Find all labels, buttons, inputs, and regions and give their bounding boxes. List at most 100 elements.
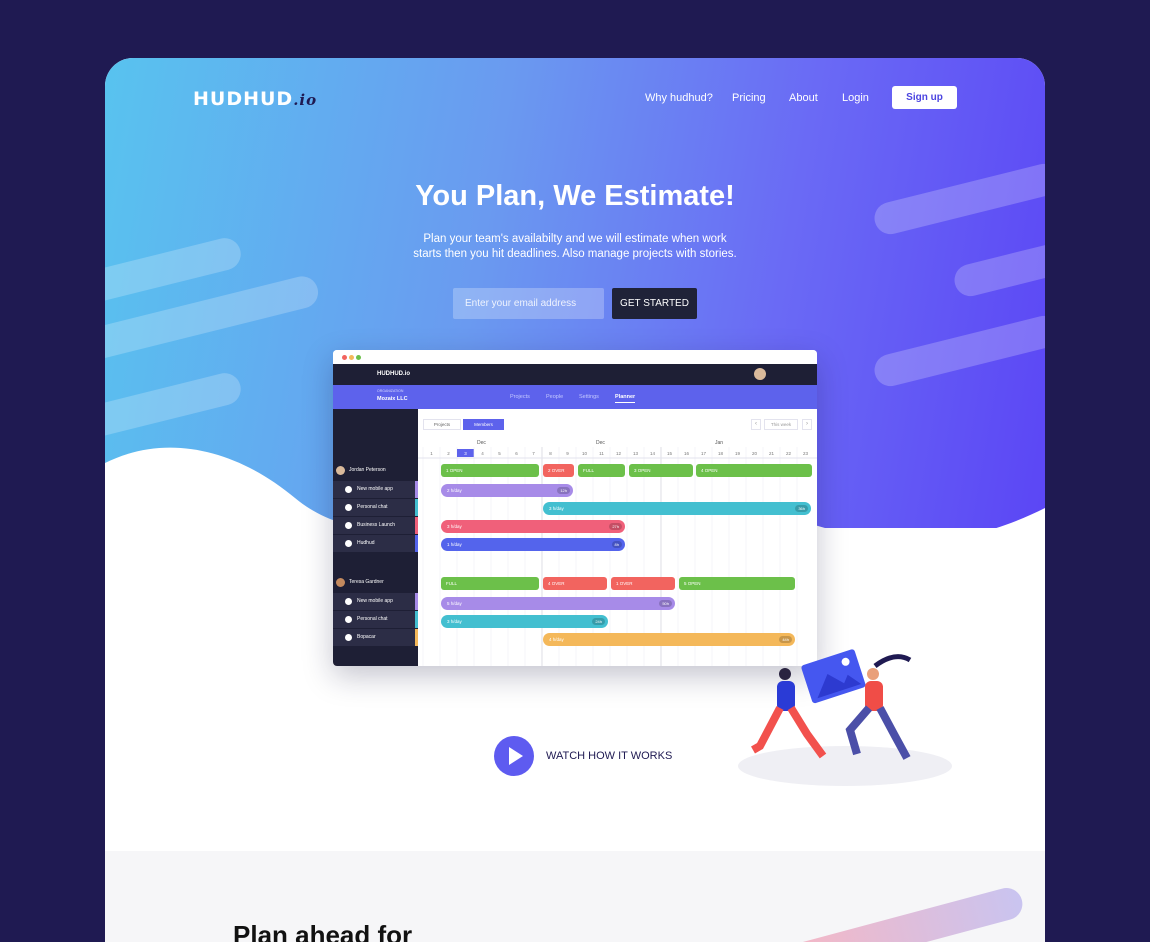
project-icon <box>345 504 352 511</box>
pill-hours: 27h <box>609 523 622 530</box>
allocation-pill[interactable]: 4 h/day 44h <box>543 633 795 646</box>
play-button[interactable] <box>494 736 534 776</box>
toggle-projects[interactable]: Projects <box>423 419 461 430</box>
project-icon <box>345 634 352 641</box>
day-label: 19 <box>735 451 741 456</box>
status-bar[interactable]: 5 OPEN <box>679 577 795 590</box>
pill-label: 3 h/day <box>447 524 462 529</box>
project-name: Hudhud <box>357 540 375 546</box>
status-bar[interactable]: 4 OVER <box>543 577 607 590</box>
project-row[interactable]: Bopacar <box>333 629 418 646</box>
tab-settings[interactable]: Settings <box>579 394 599 400</box>
watch-label[interactable]: WATCH HOW IT WORKS <box>546 750 672 762</box>
page-frame: HUDHUD.io Why hudhud? Pricing About Logi… <box>105 58 1045 942</box>
status-bar[interactable]: 3 OPEN <box>629 464 693 477</box>
next-arrow-icon[interactable]: › <box>802 419 812 430</box>
tab-projects[interactable]: Projects <box>510 394 530 400</box>
app-topbar: HUDHUD.io <box>333 364 817 385</box>
decor-streak <box>951 239 1045 300</box>
brand-logo[interactable]: HUDHUD.io <box>193 88 317 110</box>
status-bar[interactable]: 1 OPEN <box>441 464 539 477</box>
member-row-jordan[interactable]: Jordan Peterson <box>333 463 418 478</box>
month-label: Jan <box>715 440 724 446</box>
day-label: 22 <box>786 451 792 456</box>
project-row[interactable]: Personal chat <box>333 499 418 516</box>
pill-label: 3 h/day <box>447 619 462 624</box>
day-label: 13 <box>633 451 639 456</box>
day-label: 8 <box>549 451 552 456</box>
project-row[interactable]: Business Launch <box>333 517 418 534</box>
project-row[interactable]: Personal chat <box>333 611 418 628</box>
toggle-members[interactable]: Members <box>463 419 504 430</box>
get-started-button[interactable]: GET STARTED <box>612 288 697 319</box>
project-icon <box>345 616 352 623</box>
nav-about[interactable]: About <box>789 92 818 104</box>
day-label: 6 <box>515 451 518 456</box>
avatar <box>336 466 345 475</box>
team-illustration <box>738 649 952 786</box>
day-label: 14 <box>650 451 656 456</box>
day-label: 7 <box>532 451 535 456</box>
window-chrome <box>333 350 817 364</box>
member-name: Jordan Peterson <box>349 467 386 473</box>
app-mockup: HUDHUD.io ORGANIZATION Mozaix LLC Projec… <box>333 350 817 666</box>
decor-streak <box>785 884 1026 942</box>
org-name[interactable]: Mozaix LLC <box>377 396 408 402</box>
pill-label: 3 h/day <box>549 506 564 511</box>
nav-why[interactable]: Why hudhud? <box>645 92 713 104</box>
project-row[interactable]: New mobile app <box>333 593 418 610</box>
subtitle-line: starts then you hit deadlines. Also mana… <box>413 248 737 260</box>
project-row[interactable]: Hudhud <box>333 535 418 552</box>
day-label: 11 <box>599 451 604 456</box>
user-avatar[interactable] <box>754 368 766 380</box>
pill-hours: 50h <box>659 600 672 607</box>
status-bar[interactable]: 2 OVER <box>543 464 574 477</box>
day-label: 17 <box>701 451 707 456</box>
allocation-pill[interactable]: 5 h/day 50h <box>441 597 675 610</box>
status-bar[interactable]: 1 OVER <box>611 577 675 590</box>
day-label: 5 <box>498 451 501 456</box>
tab-planner[interactable]: Planner <box>615 394 636 403</box>
project-name: Personal chat <box>357 616 388 622</box>
day-label: 1 <box>430 451 433 456</box>
allocation-pill[interactable]: 1 h/day 8h <box>441 538 625 551</box>
pill-hours: 44h <box>779 636 792 643</box>
pill-hours: 36h <box>795 505 808 512</box>
status-bar[interactable]: 4 OPEN <box>696 464 812 477</box>
project-name: New mobile app <box>357 486 393 492</box>
pill-label: 1 h/day <box>447 542 462 547</box>
email-input[interactable] <box>453 288 604 319</box>
day-label: 12 <box>616 451 622 456</box>
day-label: 18 <box>718 451 724 456</box>
tab-people[interactable]: People <box>546 394 563 400</box>
nav-login[interactable]: Login <box>842 92 869 104</box>
project-row[interactable]: New mobile app <box>333 481 418 498</box>
pill-label: 5 h/day <box>447 601 462 606</box>
status-bar[interactable]: FULL <box>441 577 539 590</box>
pill-hours: 12h <box>557 487 570 494</box>
day-label: 16 <box>684 451 690 456</box>
month-label: Dec <box>477 440 486 446</box>
allocation-pill[interactable]: 3 h/day 36h <box>543 502 811 515</box>
allocation-pill[interactable]: 3 h/day 24h <box>441 615 608 628</box>
day-label: 20 <box>752 451 758 456</box>
status-bar[interactable]: FULL <box>578 464 625 477</box>
decor-streak <box>105 369 245 440</box>
app-logo: HUDHUD.io <box>377 371 410 377</box>
range-select[interactable]: This week <box>764 419 798 430</box>
project-name: Bopacar <box>357 634 376 640</box>
day-label: 15 <box>667 451 673 456</box>
pill-label: 2 h/day <box>447 488 462 493</box>
allocation-pill[interactable]: 3 h/day 27h <box>441 520 625 533</box>
member-name: Teresa Gardner <box>349 579 384 585</box>
member-row-teresa[interactable]: Teresa Gardner <box>333 575 418 590</box>
section-heading: Plan ahead for <box>233 920 413 942</box>
allocation-pill[interactable]: 2 h/day 12h <box>441 484 573 497</box>
signup-button[interactable]: Sign up <box>892 86 957 109</box>
minimize-dot <box>349 355 354 360</box>
day-label: 21 <box>769 451 775 456</box>
decor-streak <box>105 234 245 305</box>
project-name: Business Launch <box>357 522 396 528</box>
prev-arrow-icon[interactable]: ‹ <box>751 419 761 430</box>
nav-pricing[interactable]: Pricing <box>732 92 766 104</box>
